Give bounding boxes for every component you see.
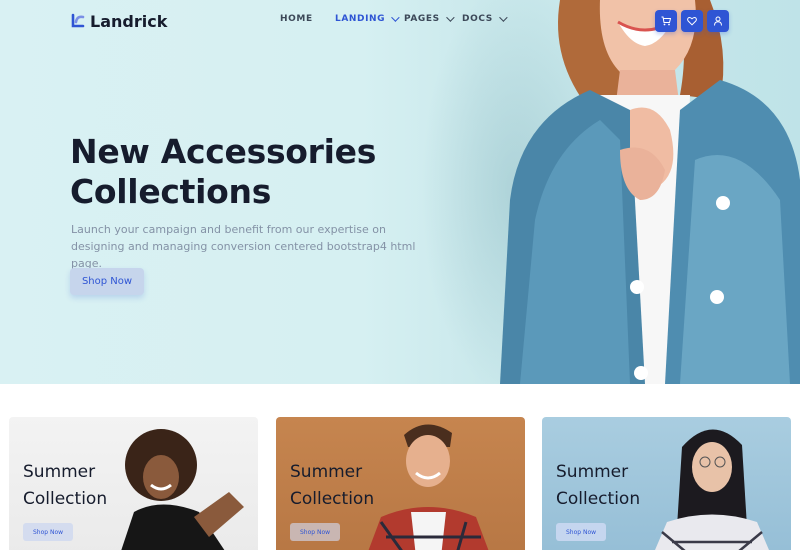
card-title-line1: Summer xyxy=(23,462,96,482)
card-title: Summer Collection xyxy=(556,459,640,513)
card-title-line2: Collection xyxy=(290,489,375,509)
card-model-image xyxy=(121,429,244,550)
card-title: Summer Collection xyxy=(23,459,107,513)
card-title-line1: Summer xyxy=(290,462,363,482)
shop-now-button[interactable]: Shop Now xyxy=(70,268,144,295)
account-button[interactable] xyxy=(707,10,729,32)
nav-home[interactable]: HOME xyxy=(280,14,313,24)
heart-icon xyxy=(687,17,697,26)
chevron-down-icon xyxy=(391,13,400,22)
card-model-image xyxy=(655,429,769,550)
nav-landing-label: LANDING xyxy=(335,14,386,24)
card-title: Summer Collection xyxy=(290,459,374,513)
hero-title: New Accessories Collections xyxy=(70,132,450,212)
user-icon xyxy=(714,16,722,26)
card-title-line2: Collection xyxy=(556,489,641,509)
nav-pages[interactable]: PAGES xyxy=(404,13,455,24)
nav-home-label: HOME xyxy=(280,14,313,24)
card-shop-now-button[interactable]: Shop Now xyxy=(23,523,73,541)
card-title-line1: Summer xyxy=(556,462,629,482)
nav-docs-label: DOCS xyxy=(462,14,493,24)
card-shop-now-button[interactable]: Shop Now xyxy=(556,523,606,541)
brand-name: Landrick xyxy=(90,11,168,31)
logo-icon xyxy=(71,13,85,28)
collection-card[interactable]: Summer Collection Shop Now xyxy=(276,417,525,550)
card-title-line2: Collection xyxy=(23,489,108,509)
collection-card[interactable]: Summer Collection Shop Now xyxy=(9,417,258,550)
wishlist-button[interactable] xyxy=(681,10,703,32)
card-shop-now-button[interactable]: Shop Now xyxy=(290,523,340,541)
cart-icon xyxy=(661,16,671,26)
hero-title-line2: Collections xyxy=(70,172,272,211)
nav-landing[interactable]: LANDING xyxy=(335,13,400,24)
hero-section: Landrick HOME LANDING PAGES DOCS New Acc… xyxy=(0,0,800,384)
card-model-image xyxy=(368,424,489,550)
hero-title-line1: New Accessories xyxy=(70,132,377,171)
hero-model-image xyxy=(500,0,800,384)
cart-button[interactable] xyxy=(655,10,677,32)
hero-subtitle: Launch your campaign and benefit from ou… xyxy=(71,223,416,270)
nav-pages-label: PAGES xyxy=(404,14,440,24)
collection-card[interactable]: Summer Collection Shop Now xyxy=(542,417,791,550)
brand-logo[interactable]: Landrick xyxy=(70,10,167,32)
nav-docs[interactable]: DOCS xyxy=(462,13,508,24)
